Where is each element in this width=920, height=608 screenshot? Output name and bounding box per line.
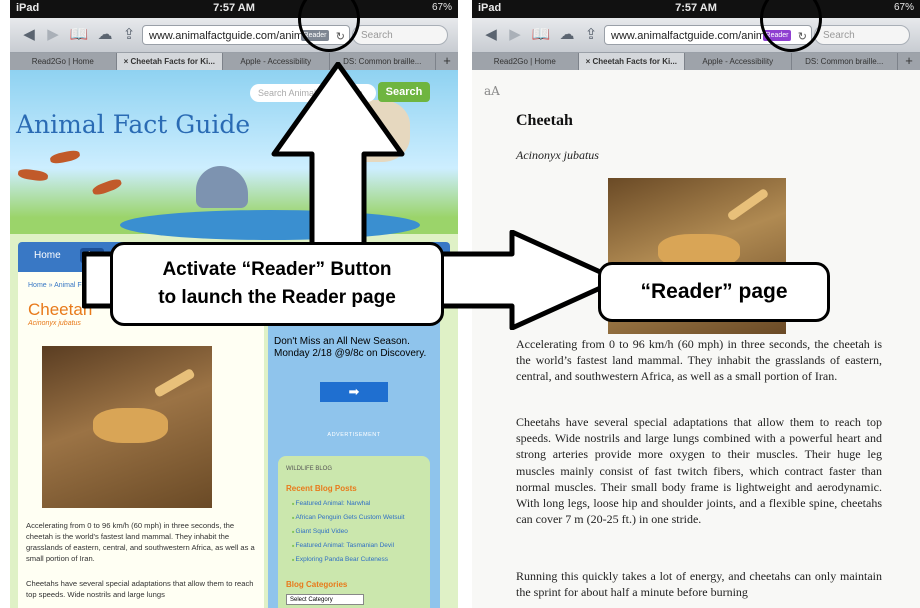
blog-post-link[interactable]: African Penguin Gets Custom Wetsuit bbox=[292, 514, 405, 521]
article-paragraph-2: Cheetahs have several special adaptation… bbox=[26, 579, 254, 599]
share-icon[interactable]: ⇪ bbox=[118, 24, 140, 46]
animal-fact-guide-page: Animal Fact Guide Search Animal Fact Gui… bbox=[10, 70, 458, 608]
instruction-callout: Activate “Reader” Button to launch the R… bbox=[110, 242, 444, 326]
icloud-tabs-icon[interactable]: ☁ bbox=[94, 24, 116, 46]
address-bar[interactable]: www.animalfactguide.com/animal- Reader ↻ bbox=[604, 25, 812, 45]
new-tab-icon[interactable]: + bbox=[436, 53, 458, 70]
status-time: 7:57 AM bbox=[675, 2, 717, 14]
blog-categories-heading: Blog Categories bbox=[286, 580, 348, 589]
pond-illustration bbox=[120, 210, 420, 240]
bookmarks-icon[interactable]: 📖 bbox=[530, 24, 552, 46]
tab-bar: Read2Go | Home × Cheetah Facts for Ki...… bbox=[472, 53, 920, 70]
reader-paragraph-2: Cheetahs have several special adaptation… bbox=[516, 415, 882, 527]
bookmarks-icon[interactable]: 📖 bbox=[68, 24, 90, 46]
forward-icon[interactable]: ▶ bbox=[504, 24, 526, 46]
blog-post-link[interactable]: Featured Animal: Tasmanian Devil bbox=[292, 542, 395, 549]
forward-icon[interactable]: ▶ bbox=[42, 24, 64, 46]
cheetah-photo bbox=[42, 346, 212, 508]
reload-icon[interactable]: ↻ bbox=[336, 27, 345, 44]
new-tab-icon[interactable]: + bbox=[898, 53, 920, 70]
reader-view: aA Cheetah Acinonyx jubatus Accelerating… bbox=[472, 70, 920, 608]
site-banner: Animal Fact Guide Search Animal Fact Gui… bbox=[10, 70, 458, 240]
address-bar[interactable]: www.animalfactguide.com/animal- Reader ↻ bbox=[142, 25, 350, 45]
search-field[interactable]: Search bbox=[814, 25, 910, 45]
battery-level: 67% bbox=[431, 2, 452, 13]
tab-cheetah[interactable]: × Cheetah Facts for Ki... bbox=[116, 53, 223, 70]
safari-toolbar: ◀ ▶ 📖 ☁ ⇪ www.animalfactguide.com/animal… bbox=[472, 18, 920, 53]
reader-page-callout: “Reader” page bbox=[598, 262, 830, 322]
tab-bar: Read2Go | Home × Cheetah Facts for Ki...… bbox=[10, 53, 458, 70]
reader-button[interactable]: Reader bbox=[301, 30, 329, 41]
promo-arrow-button[interactable]: ➡ bbox=[320, 382, 388, 402]
battery-level: 67% bbox=[893, 2, 914, 13]
site-search-input[interactable]: Search Animal Fact Guide bbox=[250, 84, 376, 102]
advertisement-label: ADVERTISEMENT bbox=[327, 432, 381, 438]
site-search-button[interactable]: Search bbox=[378, 82, 430, 102]
tab-braille[interactable]: DS: Common braille... bbox=[330, 53, 436, 70]
reader-paragraph-3: Running this quickly takes a lot of ener… bbox=[516, 569, 882, 600]
status-bar: iPad 7:57 AM 67% bbox=[472, 0, 920, 18]
tab-apple[interactable]: Apple - Accessibility bbox=[223, 53, 330, 70]
search-field[interactable]: Search bbox=[352, 25, 448, 45]
antelope-illustration bbox=[91, 177, 123, 197]
tab-read2go[interactable]: Read2Go | Home bbox=[472, 53, 579, 70]
share-icon[interactable]: ⇪ bbox=[580, 24, 602, 46]
blog-post-link[interactable]: Featured Animal: Narwhal bbox=[292, 500, 371, 507]
scientific-name: Acinonyx jubatus bbox=[28, 320, 81, 327]
article-paragraph-1: Accelerating from 0 to 96 km/h (60 mph) … bbox=[26, 521, 255, 563]
tab-cheetah[interactable]: × Cheetah Facts for Ki... bbox=[578, 53, 685, 70]
instruction-line-2: to launch the Reader page bbox=[158, 287, 396, 308]
icloud-tabs-icon[interactable]: ☁ bbox=[556, 24, 578, 46]
reader-scientific-name: Acinonyx jubatus bbox=[516, 148, 599, 162]
blog-post-link[interactable]: Giant Squid Video bbox=[292, 528, 348, 535]
tab-apple[interactable]: Apple - Accessibility bbox=[685, 53, 792, 70]
site-title: Animal Fact Guide bbox=[16, 110, 251, 139]
nav-animals[interactable]: An bbox=[80, 248, 105, 263]
promo-line-2: Monday 2/18 @9/8c on Discovery. bbox=[274, 348, 427, 359]
promo-line-1: Don't Miss an All New Season. bbox=[274, 336, 410, 347]
close-icon[interactable]: × bbox=[124, 57, 129, 66]
tab-read2go[interactable]: Read2Go | Home bbox=[10, 53, 117, 70]
blog-post-link[interactable]: Exploring Panda Bear Cuteness bbox=[292, 556, 389, 563]
monkey-illustration bbox=[340, 100, 410, 162]
page-title: Cheetah bbox=[28, 300, 93, 319]
reader-title: Cheetah bbox=[516, 112, 573, 129]
status-time: 7:57 AM bbox=[213, 2, 255, 14]
font-size-button[interactable]: aA bbox=[484, 84, 500, 98]
back-icon[interactable]: ◀ bbox=[480, 24, 502, 46]
category-select[interactable]: Select Category bbox=[286, 594, 364, 605]
antelope-illustration bbox=[17, 167, 49, 183]
status-bar: iPad 7:57 AM 67% bbox=[10, 0, 458, 18]
promo-text: Don't Miss an All New Season. Monday 2/1… bbox=[268, 336, 440, 360]
back-icon[interactable]: ◀ bbox=[18, 24, 40, 46]
reader-button-active[interactable]: Reader bbox=[763, 30, 791, 41]
safari-toolbar: ◀ ▶ 📖 ☁ ⇪ www.animalfactguide.com/animal… bbox=[10, 18, 458, 53]
url-text: www.animalfactguide.com/animal- bbox=[611, 30, 778, 42]
tab-braille[interactable]: DS: Common braille... bbox=[792, 53, 898, 70]
recent-posts-heading: Recent Blog Posts bbox=[286, 484, 357, 493]
nav-home[interactable]: Home bbox=[34, 250, 61, 261]
blog-header: WILDLIFE BLOG bbox=[286, 466, 333, 472]
tab-cheetah-label: Cheetah Facts for Ki... bbox=[130, 57, 215, 66]
reader-paragraph-1: Accelerating from 0 to 96 km/h (60 mph) … bbox=[516, 337, 882, 384]
antelope-illustration bbox=[49, 148, 81, 166]
elephant-illustration bbox=[196, 166, 248, 208]
reload-icon[interactable]: ↻ bbox=[798, 27, 807, 44]
blog-panel: WILDLIFE BLOG Recent Blog Posts Featured… bbox=[278, 456, 430, 608]
instruction-line-1: Activate “Reader” Button bbox=[162, 259, 392, 280]
url-text: www.animalfactguide.com/animal- bbox=[149, 30, 316, 42]
breadcrumb[interactable]: Home » Animal Fa bbox=[28, 282, 86, 289]
tab-cheetah-label: Cheetah Facts for Ki... bbox=[592, 57, 677, 66]
close-icon[interactable]: × bbox=[586, 57, 591, 66]
